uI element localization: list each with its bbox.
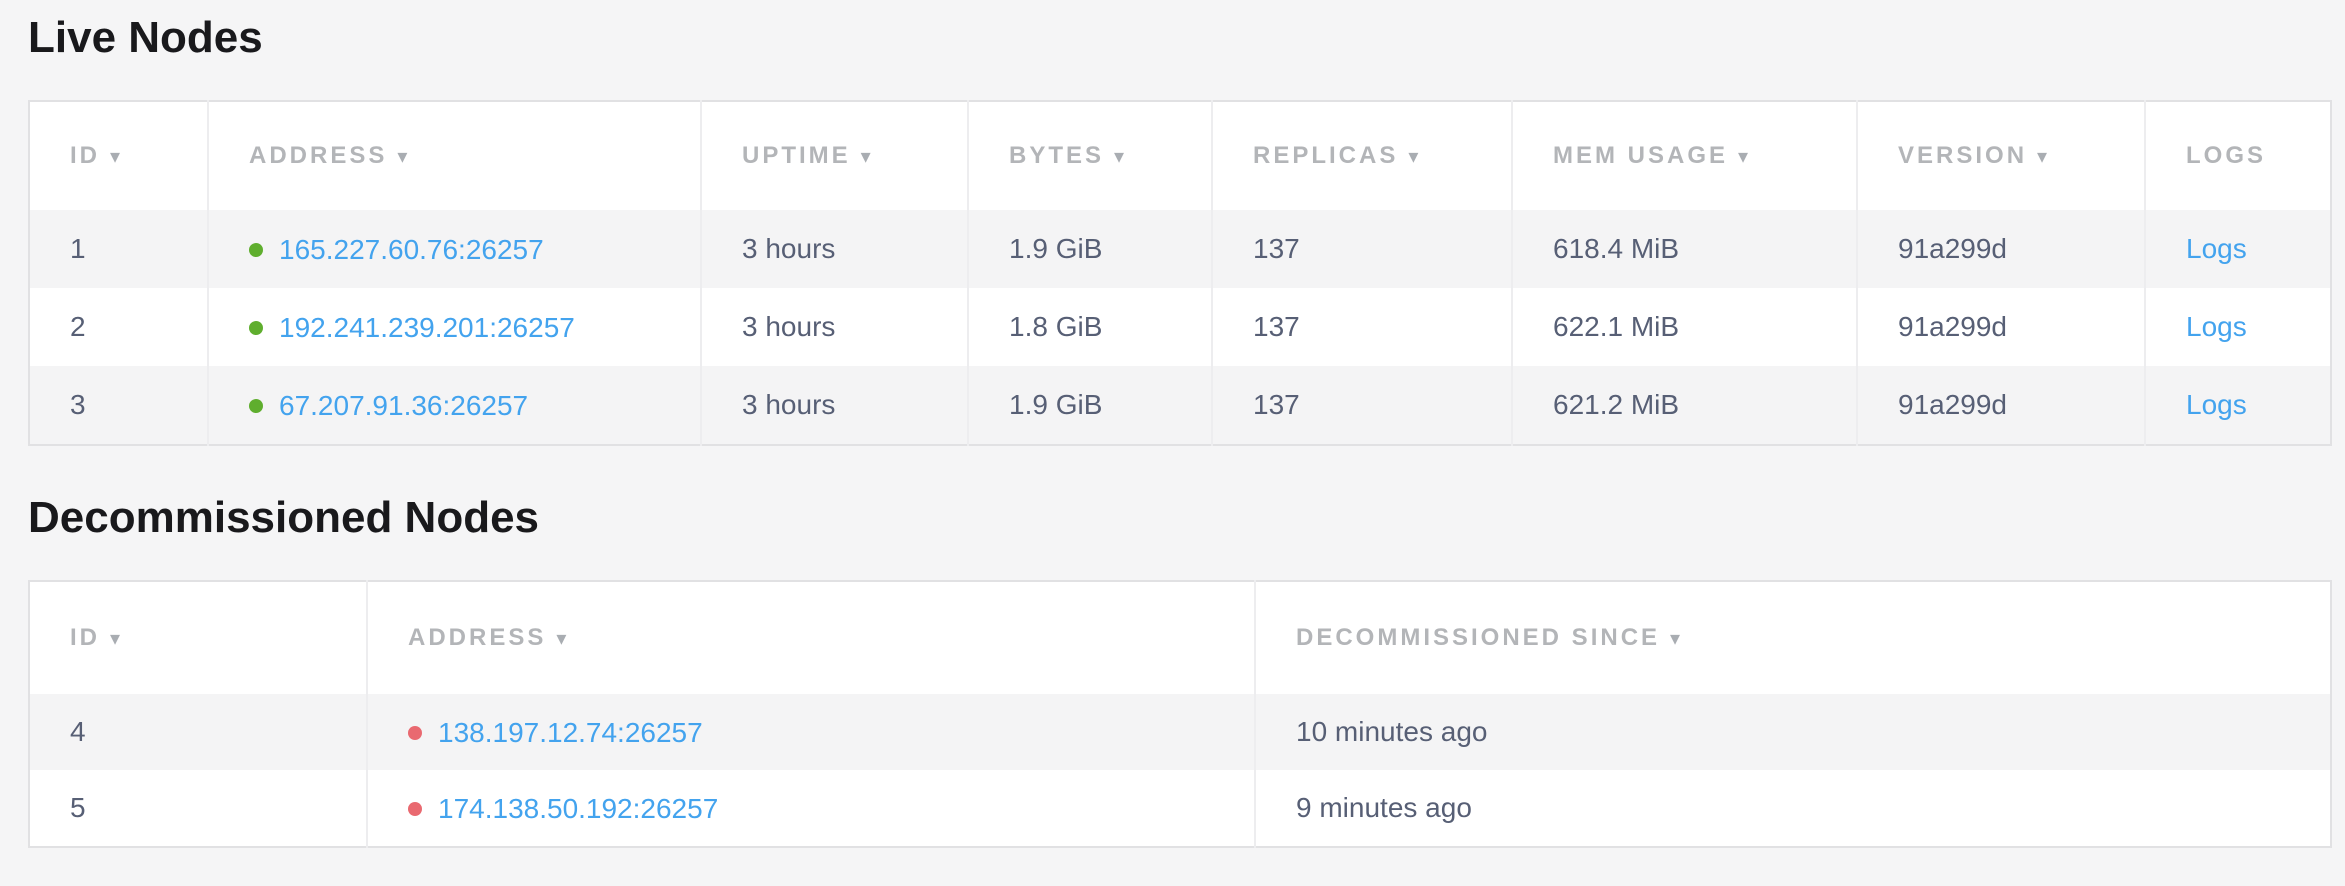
sort-arrow-icon: ▾ [1114, 146, 1124, 168]
column-header-address[interactable]: ADDRESS ▾ [367, 581, 1255, 694]
column-header-logs-label: LOGS [2186, 142, 2266, 169]
node-replicas-cell: 137 [1212, 288, 1512, 366]
column-header-id-label: ID [70, 624, 100, 651]
decommissioned-status-dot-icon [408, 726, 422, 740]
node-logs-link[interactable]: Logs [2186, 389, 2247, 420]
column-header-uptime[interactable]: UPTIME ▾ [701, 101, 968, 210]
live-status-dot-icon [249, 243, 263, 257]
sort-arrow-icon: ▾ [397, 146, 407, 168]
column-header-decommissioned-since[interactable]: DECOMMISSIONED SINCE ▾ [1255, 581, 2331, 694]
node-replicas-cell: 137 [1212, 366, 1512, 445]
sort-arrow-icon: ▾ [1738, 146, 1748, 168]
sort-arrow-icon: ▾ [1408, 146, 1418, 168]
node-mem-usage-cell: 618.4 MiB [1512, 210, 1857, 288]
node-uptime-cell: 3 hours [701, 366, 968, 445]
table-row: 5 174.138.50.192:26257 9 minutes ago [29, 770, 2331, 847]
node-address-cell: 67.207.91.36:26257 [208, 366, 701, 445]
node-id-cell: 3 [29, 366, 208, 445]
column-header-id[interactable]: ID ▾ [29, 581, 367, 694]
live-nodes-table: ID ▾ ADDRESS ▾ UPTIME ▾ BYTES ▾ REPLICAS ▾ ME… [28, 100, 2332, 446]
column-header-mem-usage[interactable]: MEM USAGE ▾ [1512, 101, 1857, 210]
node-address-cell: 138.197.12.74:26257 [367, 694, 1255, 770]
node-version-cell: 91a299d [1857, 288, 2145, 366]
table-row: 1 165.227.60.76:26257 3 hours 1.9 GiB 13… [29, 210, 2331, 288]
node-logs-cell: Logs [2145, 366, 2331, 445]
node-replicas-cell: 137 [1212, 210, 1512, 288]
node-uptime-cell: 3 hours [701, 288, 968, 366]
live-status-dot-icon [249, 321, 263, 335]
node-logs-cell: Logs [2145, 288, 2331, 366]
column-header-replicas-label: REPLICAS [1253, 142, 1398, 169]
node-address-link[interactable]: 138.197.12.74:26257 [438, 717, 703, 749]
sort-arrow-icon: ▾ [110, 146, 120, 168]
node-id-cell: 5 [29, 770, 367, 847]
column-header-uptime-label: UPTIME [742, 142, 851, 169]
node-version-cell: 91a299d [1857, 210, 2145, 288]
column-header-bytes-label: BYTES [1009, 142, 1104, 169]
node-logs-cell: Logs [2145, 210, 2331, 288]
node-bytes-cell: 1.9 GiB [968, 210, 1212, 288]
node-version-cell: 91a299d [1857, 366, 2145, 445]
sort-arrow-icon: ▾ [1670, 628, 1680, 650]
table-row: 3 67.207.91.36:26257 3 hours 1.9 GiB 137… [29, 366, 2331, 445]
live-nodes-header-row: ID ▾ ADDRESS ▾ UPTIME ▾ BYTES ▾ REPLICAS ▾ ME… [29, 101, 2331, 210]
node-address-cell: 165.227.60.76:26257 [208, 210, 701, 288]
sort-arrow-icon: ▾ [556, 628, 566, 650]
node-address-link[interactable]: 67.207.91.36:26257 [279, 390, 528, 422]
node-id-cell: 1 [29, 210, 208, 288]
decommissioned-nodes-title: Decommissioned Nodes [28, 490, 2330, 546]
node-mem-usage-cell: 621.2 MiB [1512, 366, 1857, 445]
node-id-cell: 4 [29, 694, 367, 770]
column-header-version[interactable]: VERSION ▾ [1857, 101, 2145, 210]
column-header-mem-usage-label: MEM USAGE [1553, 142, 1728, 169]
node-decommissioned-since-cell: 9 minutes ago [1255, 770, 2331, 847]
node-address-link[interactable]: 174.138.50.192:26257 [438, 793, 718, 825]
live-status-dot-icon [249, 399, 263, 413]
column-header-address-label: ADDRESS [408, 624, 546, 651]
nodes-overview-page: Live Nodes ID ▾ ADDRESS ▾ UPTIME ▾ BYTES ▾ R… [0, 0, 2345, 848]
column-header-bytes[interactable]: BYTES ▾ [968, 101, 1212, 210]
node-logs-link[interactable]: Logs [2186, 233, 2247, 264]
node-id-cell: 2 [29, 288, 208, 366]
column-header-decommissioned-since-label: DECOMMISSIONED SINCE [1296, 624, 1660, 651]
sort-arrow-icon: ▾ [861, 146, 871, 168]
node-bytes-cell: 1.8 GiB [968, 288, 1212, 366]
column-header-logs: LOGS [2145, 101, 2331, 210]
decommissioned-nodes-header-row: ID ▾ ADDRESS ▾ DECOMMISSIONED SINCE ▾ [29, 581, 2331, 694]
node-logs-link[interactable]: Logs [2186, 311, 2247, 342]
column-header-id[interactable]: ID ▾ [29, 101, 208, 210]
column-header-id-label: ID [70, 142, 100, 169]
live-nodes-title: Live Nodes [28, 10, 2330, 66]
node-address-link[interactable]: 192.241.239.201:26257 [279, 312, 575, 344]
node-mem-usage-cell: 622.1 MiB [1512, 288, 1857, 366]
sort-arrow-icon: ▾ [2037, 146, 2047, 168]
node-address-link[interactable]: 165.227.60.76:26257 [279, 234, 544, 266]
column-header-replicas[interactable]: REPLICAS ▾ [1212, 101, 1512, 210]
table-row: 2 192.241.239.201:26257 3 hours 1.8 GiB … [29, 288, 2331, 366]
column-header-version-label: VERSION [1898, 142, 2027, 169]
sort-arrow-icon: ▾ [110, 628, 120, 650]
decommissioned-status-dot-icon [408, 802, 422, 816]
column-header-address-label: ADDRESS [249, 142, 387, 169]
node-address-cell: 174.138.50.192:26257 [367, 770, 1255, 847]
node-uptime-cell: 3 hours [701, 210, 968, 288]
decommissioned-nodes-table: ID ▾ ADDRESS ▾ DECOMMISSIONED SINCE ▾ 4 138… [28, 580, 2332, 848]
column-header-address[interactable]: ADDRESS ▾ [208, 101, 701, 210]
node-address-cell: 192.241.239.201:26257 [208, 288, 701, 366]
node-decommissioned-since-cell: 10 minutes ago [1255, 694, 2331, 770]
table-row: 4 138.197.12.74:26257 10 minutes ago [29, 694, 2331, 770]
node-bytes-cell: 1.9 GiB [968, 366, 1212, 445]
